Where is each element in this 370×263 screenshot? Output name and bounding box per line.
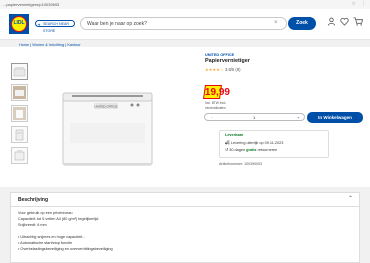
article-number: Artikelnummer: 100390003 bbox=[219, 162, 263, 166]
description-line: Voor gebruik op een privéniveau bbox=[18, 211, 73, 215]
description-line: Capaciteit: tot 5 vellen A4 (80 g/m²) te… bbox=[18, 217, 99, 221]
shipping-note: verzendkosten bbox=[205, 106, 226, 110]
thumbnail-5[interactable] bbox=[11, 147, 28, 164]
price-value: 19,99 bbox=[204, 87, 230, 98]
quantity-increase-button[interactable]: + bbox=[297, 115, 299, 120]
search-input[interactable]: Waar ben je naar op zoek? × bbox=[80, 17, 287, 30]
returns-free: gratis bbox=[246, 148, 257, 152]
description-line: • Ultrachtig snijmes en hoge capaciteit.… bbox=[18, 235, 86, 239]
logo-text: LIDL bbox=[13, 20, 25, 26]
description-line: • Overbelastingsbeveiliging en oververhi… bbox=[18, 247, 113, 251]
description-line: Snijbreedt: 6 mm bbox=[18, 223, 47, 227]
quantity-value[interactable]: 1 bbox=[253, 115, 255, 120]
chevron-up-icon[interactable]: ⌃ bbox=[348, 195, 353, 202]
search-placeholder: Waar ben je naar op zoek? bbox=[87, 21, 147, 27]
heart-icon[interactable] bbox=[340, 17, 349, 28]
bookmark-star-icon[interactable]: ☆ bbox=[352, 1, 356, 7]
description-title: Beschrijving bbox=[18, 197, 49, 203]
description-panel: Beschrijving ⌃ Voor gebruik op een privé… bbox=[10, 192, 360, 263]
thumbnail-3[interactable] bbox=[11, 105, 28, 122]
lidl-logo[interactable]: LIDL bbox=[9, 14, 29, 34]
vat-note: Incl. BTW excl. bbox=[205, 101, 227, 105]
returns-info: ↺ 30 dagen gratis retourneren bbox=[225, 147, 277, 152]
delivery-date: 🚚︎ Levering uiterlijk op 09.11.2023 bbox=[225, 140, 283, 145]
returns-suffix: retourneren bbox=[257, 148, 278, 152]
price-tag: 19,99 bbox=[203, 85, 230, 99]
quantity-decrease-button[interactable]: − bbox=[211, 115, 213, 120]
product-rating[interactable]: ★★★★☆ 3.8/5 (8) bbox=[205, 67, 241, 72]
rating-text: 3.8/5 (8) bbox=[224, 67, 241, 72]
url-text[interactable]: ...papiervernietigers/p10039693 bbox=[3, 2, 59, 7]
cart-icon[interactable] bbox=[353, 17, 364, 28]
clear-search-icon[interactable]: × bbox=[274, 20, 278, 26]
user-icon[interactable] bbox=[327, 17, 336, 28]
delivery-date-text: Levering uiterlijk op 09.11.2023 bbox=[230, 141, 284, 145]
returns-days: 30 dagen bbox=[229, 148, 246, 152]
thumbnail-1[interactable] bbox=[11, 63, 28, 80]
product-image: UNITED OFFICE bbox=[62, 92, 153, 166]
browser-menu-icon[interactable]: ⋮ bbox=[361, 1, 366, 7]
thumbnail-2[interactable] bbox=[11, 84, 28, 101]
availability-label: Leverbaar bbox=[225, 133, 244, 137]
quantity-stepper[interactable]: − 1 + bbox=[204, 113, 305, 121]
location-label: SEARCH NEAR STORE bbox=[43, 22, 69, 33]
product-brand[interactable]: UNITED OFFICE bbox=[205, 53, 234, 57]
star-rating-icons: ★★★★☆ bbox=[205, 67, 224, 72]
thumbnail-4[interactable] bbox=[11, 126, 28, 143]
add-to-cart-button[interactable]: In Winkelwagen bbox=[307, 112, 363, 123]
location-pin-icon: ⌖ bbox=[38, 22, 41, 27]
return-icon: ↺ bbox=[225, 148, 229, 152]
product-section: UNITED OFFICE UNITED OFFICE Papiervernie… bbox=[0, 47, 370, 187]
location-button[interactable]: ⌖ SEARCH NEAR STORE bbox=[35, 20, 75, 33]
delivery-info-box: Leverbaar 🚚︎ Levering uiterlijk op 09.11… bbox=[219, 130, 329, 158]
product-title: Papiervernietiger bbox=[205, 58, 250, 64]
description-header[interactable]: Beschrijving ⌃ bbox=[11, 193, 359, 207]
svg-text:UNITED OFFICE: UNITED OFFICE bbox=[95, 105, 118, 109]
truck-icon: 🚚︎ bbox=[225, 141, 230, 145]
description-line: • Automatische start/stop functie bbox=[18, 241, 73, 245]
site-header: LIDL ⌖ SEARCH NEAR STORE Waar ben je naa… bbox=[0, 9, 370, 40]
search-button[interactable]: Zoek bbox=[288, 17, 316, 30]
